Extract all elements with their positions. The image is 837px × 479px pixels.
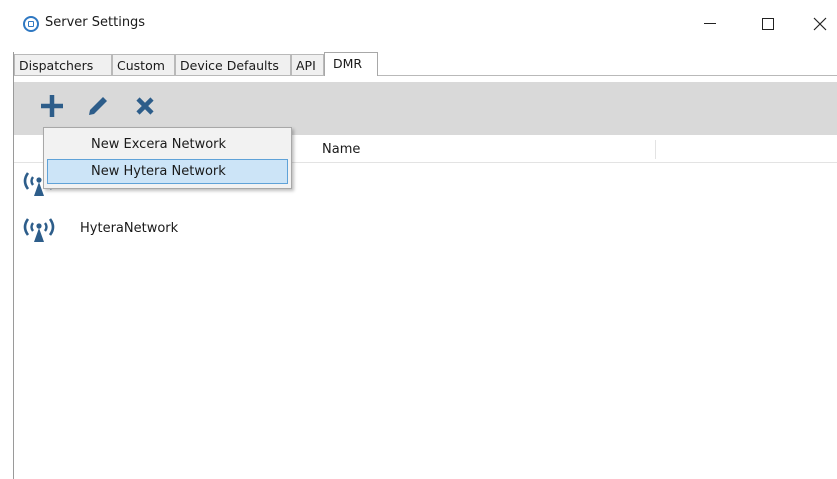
radio-tower-icon — [23, 218, 55, 242]
tab-dispatchers[interactable]: Dispatchers — [14, 54, 112, 75]
title-bar: Server Settings — [0, 0, 837, 44]
menu-item-new-hytera-network[interactable]: New Hytera Network — [47, 159, 288, 184]
column-divider[interactable] — [655, 140, 656, 159]
list-item-label: HyteraNetwork — [80, 221, 179, 236]
tab-custom[interactable]: Custom — [112, 54, 175, 75]
server-settings-window: Server Settings Dispatchers Custom Devic… — [0, 0, 837, 479]
pencil-icon — [89, 97, 107, 115]
x-icon — [136, 97, 154, 115]
app-icon — [23, 16, 39, 32]
maximize-icon — [762, 17, 774, 30]
tab-divider — [14, 75, 837, 76]
list-item[interactable]: HyteraNetwork — [20, 214, 520, 244]
menu-item-new-excera-network[interactable]: New Excera Network — [47, 132, 288, 157]
column-name-header[interactable]: Name — [322, 142, 360, 157]
delete-button[interactable] — [129, 90, 161, 122]
close-icon — [813, 17, 827, 30]
window-title: Server Settings — [45, 15, 146, 30]
add-network-menu: New Excera Network New Hytera Network — [43, 127, 292, 189]
add-button[interactable] — [36, 90, 68, 122]
minimize-button[interactable] — [690, 8, 730, 38]
minimize-icon — [704, 23, 716, 24]
tab-device-defaults[interactable]: Device Defaults — [175, 54, 291, 75]
tab-api[interactable]: API — [291, 54, 324, 75]
close-button[interactable] — [800, 8, 837, 38]
plus-icon — [41, 95, 63, 117]
tab-dmr[interactable]: DMR — [324, 52, 378, 76]
maximize-button[interactable] — [748, 8, 788, 38]
edit-button[interactable] — [82, 90, 114, 122]
settings-tabs: Dispatchers Custom Device Defaults API D… — [14, 52, 837, 76]
